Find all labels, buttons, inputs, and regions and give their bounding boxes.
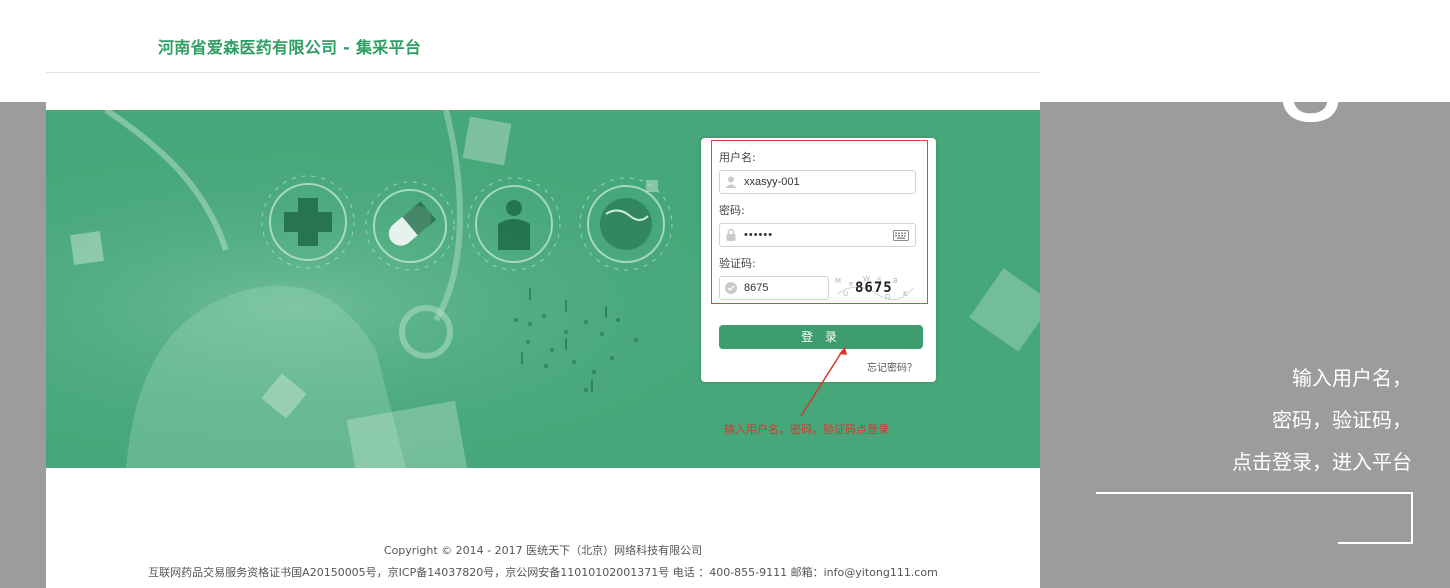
username-label: 用户名: (719, 151, 756, 164)
header-divider (46, 72, 1040, 73)
step-number: 3 (1278, 15, 1344, 147)
forgot-password-link[interactable]: 忘记密码？ (867, 359, 917, 374)
svg-text:M: M (835, 277, 841, 285)
svg-text:B: B (893, 277, 898, 285)
site-header: 河南省爱森医药有限公司 - 集采平台 (46, 0, 1040, 102)
captcha-image-text: 8675 (855, 280, 893, 296)
captcha-value: 8675 (744, 282, 769, 294)
svg-text:U: U (843, 290, 848, 298)
svg-text:e: e (849, 280, 853, 288)
password-label: 密码: (719, 204, 745, 217)
instruction-line-2: 密码，验证码， (1272, 408, 1412, 432)
instruction-line-3: 点击登录，进入平台 (1232, 450, 1412, 474)
captcha-input[interactable]: 8675 (719, 276, 829, 300)
left-gray-panel (0, 102, 46, 588)
username-input[interactable]: xxasyy-001 (719, 170, 916, 194)
lock-icon (726, 228, 736, 241)
password-value: •••••• (744, 229, 774, 241)
captcha-label: 验证码: (719, 257, 756, 270)
decorative-frame (1096, 492, 1413, 544)
user-icon (725, 176, 737, 188)
instruction-line-1: 输入用户名， (1292, 366, 1412, 390)
captcha-image[interactable]: MUWS BKeQ 8675 (833, 274, 917, 302)
keyboard-icon[interactable] (893, 230, 909, 241)
shield-icon (725, 282, 737, 294)
footer-license: 互联网药品交易服务资格证书国A20150005号，京ICP备14037820号，… (148, 566, 938, 579)
site-title[interactable]: 河南省爱森医药有限公司 - 集采平台 (158, 34, 421, 58)
username-value: xxasyy-001 (744, 176, 800, 188)
screen: 河南省爱森医药有限公司 - 集采平台 3 用户名: xxasyy-001 密码:… (0, 0, 1450, 588)
arrow-icon (800, 347, 847, 417)
annotation-note: 输入用户名，密码，验证码点登录 (724, 423, 889, 436)
footer-copyright: Copyright © 2014 - 2017 医统天下（北京）网络科技有限公司 (383, 544, 703, 557)
password-input[interactable]: •••••• (719, 223, 916, 247)
